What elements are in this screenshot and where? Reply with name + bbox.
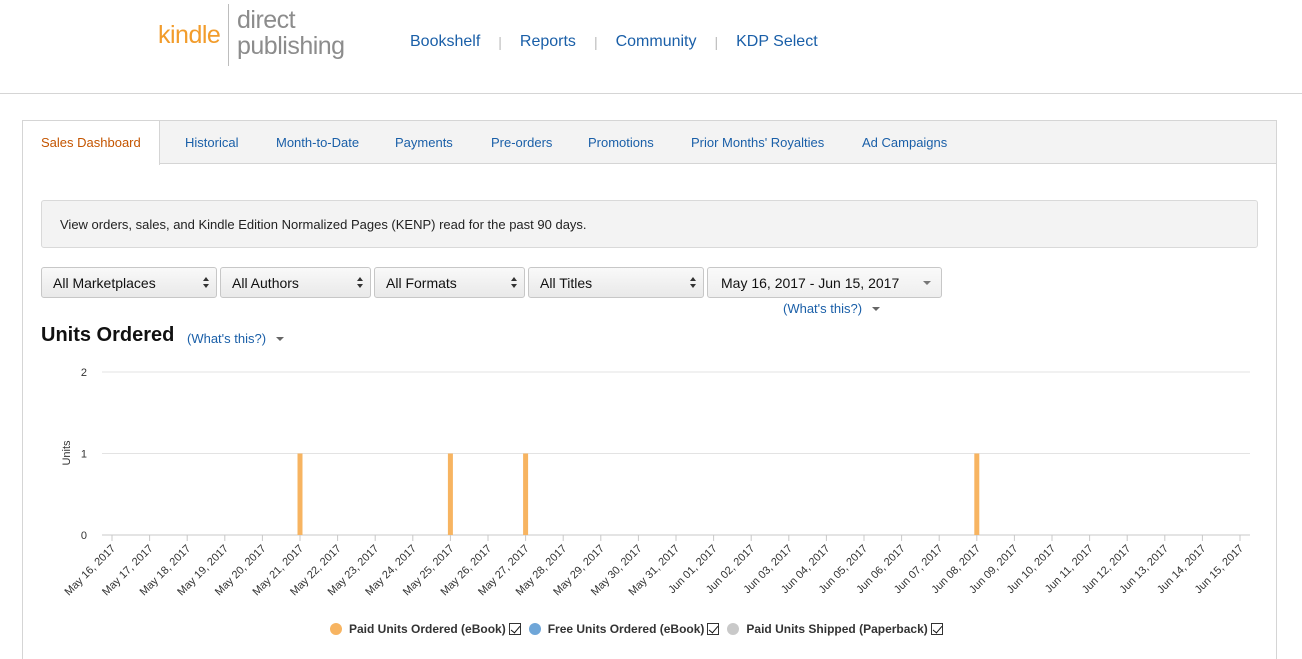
y-tick-label: 2 (81, 367, 87, 379)
checkbox-paperback[interactable] (930, 623, 943, 635)
y-tick-label: 1 (81, 449, 87, 461)
bar-0-11[interactable] (523, 453, 529, 536)
legend-dot-paperback (727, 623, 740, 635)
chart-grid (102, 371, 1250, 536)
checkbox-paid-ebook[interactable] (508, 623, 521, 635)
bar-0-23[interactable] (974, 453, 980, 536)
y-axis-label: Units (61, 440, 73, 466)
x-axis-ticks: May 16, 2017May 17, 2017May 18, 2017May … (63, 535, 1246, 598)
y-axis-ticks: 0 1 2 (81, 367, 87, 542)
legend-item-paperback[interactable]: Paid Units Shipped (Paperback) (727, 622, 943, 636)
chart-bars (297, 453, 980, 536)
bar-0-5[interactable] (297, 453, 303, 536)
units-ordered-chart: 0 1 2 Units May 16, 2017May 17, 2017May 18… (61, 367, 1250, 598)
legend-item-paid-ebook[interactable]: Paid Units Ordered (eBook) (330, 622, 521, 636)
bar-0-9[interactable] (447, 453, 453, 536)
legend-item-free-ebook[interactable]: Free Units Ordered (eBook) (528, 622, 720, 636)
y-tick-label: 0 (81, 530, 87, 542)
legend-label-paperback: Paid Units Shipped (Paperback) (746, 622, 928, 636)
checkbox-free-ebook[interactable] (707, 623, 720, 635)
legend-dot-paid-ebook (330, 623, 342, 635)
chart-legend: Paid Units Ordered (eBook) Free Units Or… (330, 622, 951, 636)
legend-dot-free-ebook (528, 623, 541, 635)
legend-label-paid-ebook: Paid Units Ordered (eBook) (349, 622, 506, 636)
legend-label-free-ebook: Free Units Ordered (eBook) (547, 622, 705, 636)
